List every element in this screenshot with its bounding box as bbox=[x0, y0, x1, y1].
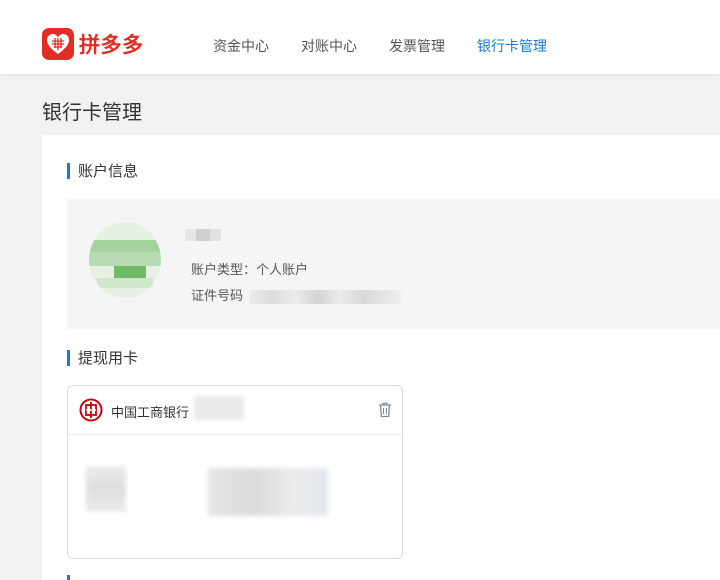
account-info-panel: 账户类型：个人账户 证件号码 bbox=[67, 199, 720, 329]
pinduoduo-heart-icon bbox=[42, 28, 74, 60]
card-number-redacted bbox=[86, 466, 126, 512]
account-name-redacted bbox=[185, 229, 221, 241]
avatar bbox=[89, 222, 161, 298]
card-holder-redacted bbox=[208, 468, 328, 516]
account-type-value: 个人账户 bbox=[256, 263, 309, 278]
icbc-logo-icon bbox=[79, 398, 103, 426]
id-number-row: 证件号码 bbox=[191, 285, 402, 304]
top-navigation-bar: 拼多多 资金中心 对账中心 发票管理 银行卡管理 bbox=[0, 0, 720, 74]
bank-card[interactable]: 中国工商银行 bbox=[67, 385, 403, 559]
main-nav: 资金中心 对账中心 发票管理 银行卡管理 bbox=[213, 36, 579, 56]
bank-name: 中国工商银行 bbox=[111, 406, 190, 421]
brand-name: 拼多多 bbox=[79, 33, 144, 57]
brand-logo[interactable]: 拼多多 bbox=[42, 28, 144, 60]
withdraw-card-title: 提现用卡 bbox=[67, 350, 138, 366]
page-title: 银行卡管理 bbox=[42, 100, 142, 124]
bank-card-header: 中国工商银行 bbox=[68, 386, 402, 435]
trash-icon[interactable] bbox=[378, 402, 392, 422]
id-number-redacted bbox=[249, 289, 402, 304]
nav-item-invoice[interactable]: 发票管理 bbox=[389, 36, 445, 56]
id-number-label: 证件号码 bbox=[191, 289, 244, 304]
nav-item-reconciliation[interactable]: 对账中心 bbox=[301, 36, 357, 56]
account-info-title: 账户信息 bbox=[67, 163, 138, 179]
account-type-row: 账户类型：个人账户 bbox=[191, 259, 308, 278]
bank-branch-redacted bbox=[194, 396, 244, 420]
nav-item-bank-card[interactable]: 银行卡管理 bbox=[477, 36, 547, 56]
nav-item-fund-center[interactable]: 资金中心 bbox=[213, 36, 269, 56]
next-section-marker bbox=[67, 575, 70, 580]
account-type-label: 账户类型： bbox=[191, 263, 257, 278]
main-content: 账户信息 账户类型：个人账户 证件号码 提现用卡 中国工商银行 bbox=[42, 135, 720, 580]
